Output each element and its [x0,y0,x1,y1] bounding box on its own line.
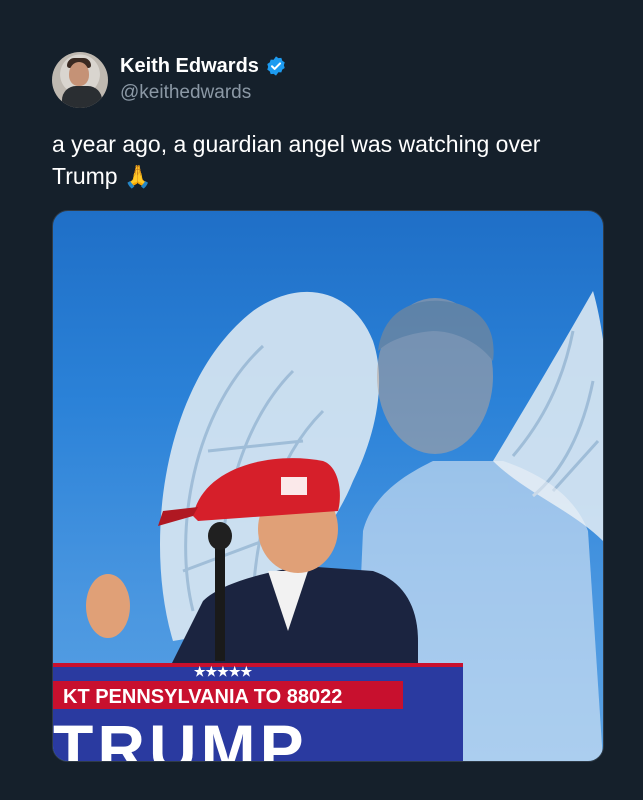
display-name[interactable]: Keith Edwards [120,54,259,78]
handle[interactable]: @keithedwards [120,80,287,106]
podium-stars: ★★★★★ [194,664,253,679]
tweet-image[interactable]: ★★★★★ KT PENNSYLVANIA TO 88022 TRUMP [52,210,604,762]
image-illustration: ★★★★★ KT PENNSYLVANIA TO 88022 TRUMP [53,291,603,761]
avatar[interactable] [52,52,108,108]
tweet-text: a year ago, a guardian angel was watchin… [52,128,592,193]
tweet: Keith Edwards @keithedwards a year ago, … [0,0,643,800]
author-block: Keith Edwards @keithedwards [120,54,287,106]
avatar-shirt [62,86,102,108]
praying-hands-emoji: 🙏 [124,164,152,189]
avatar-face [69,62,89,86]
name-row: Keith Edwards [120,54,287,78]
tweet-header: Keith Edwards @keithedwards [52,52,287,108]
podium-text-line: KT PENNSYLVANIA TO 88022 [63,686,342,708]
podium-title: TRUMP [53,711,308,761]
podium: ★★★★★ KT PENNSYLVANIA TO 88022 TRUMP [53,663,463,761]
verified-badge-icon[interactable] [265,55,287,77]
